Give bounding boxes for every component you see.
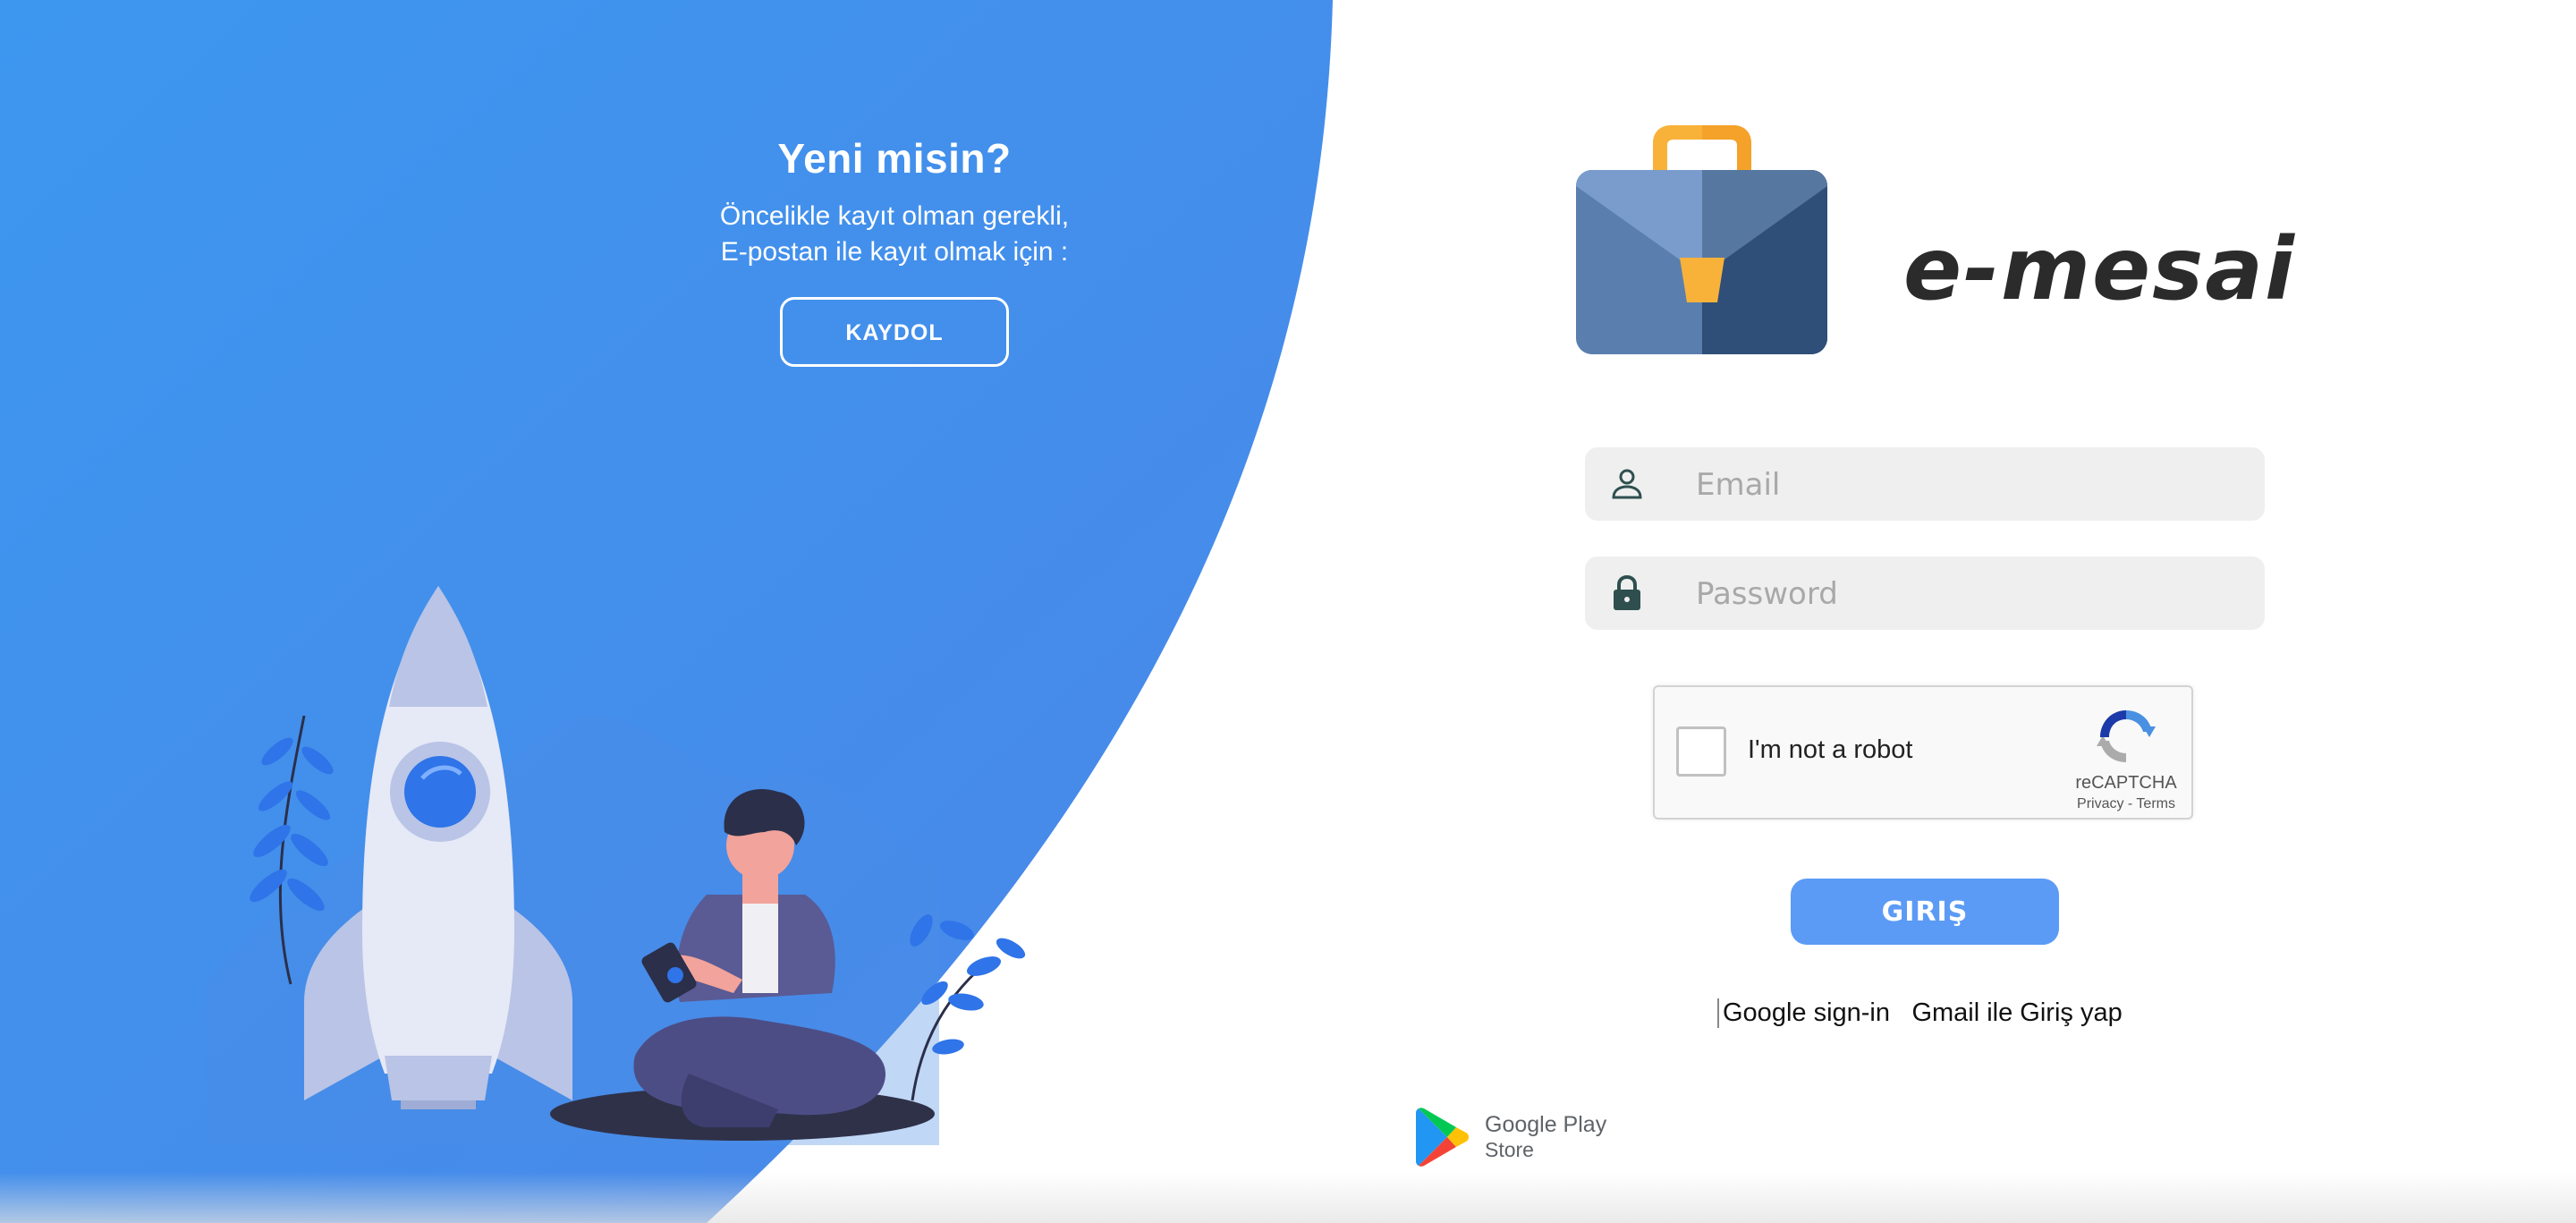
- briefcase-icon: [1576, 125, 1827, 354]
- recaptcha-privacy-terms[interactable]: Privacy - Terms: [2041, 796, 2211, 812]
- password-input[interactable]: [1694, 556, 2243, 632]
- bottom-shadow: [0, 1172, 2576, 1223]
- play-store-line-1: Google Play: [1485, 1112, 1607, 1137]
- recaptcha-checkbox[interactable]: [1676, 726, 1726, 777]
- email-field-row: [1585, 447, 2265, 522]
- google-signin-image[interactable]: Google sign-in: [1717, 998, 1890, 1028]
- signup-panel: Yeni misin? Öncelikle kayıt olman gerekl…: [626, 134, 1163, 367]
- google-play-store-link[interactable]: Google Play Store: [1415, 1106, 1612, 1168]
- play-store-line-2: Store: [1485, 1138, 1534, 1161]
- brand-name: e-mesai: [1903, 219, 2296, 319]
- signup-text-line-2: E-postan ile kayıt olmak için :: [720, 237, 1069, 267]
- user-icon: [1612, 469, 1642, 499]
- recaptcha-brand: reCAPTCHA: [2075, 773, 2177, 793]
- password-field-row: [1585, 556, 2265, 632]
- email-input[interactable]: [1694, 447, 2243, 522]
- signup-title: Yeni misin?: [777, 135, 1012, 182]
- signup-text-line-1: Öncelikle kayıt olman gerekli,: [719, 201, 1070, 231]
- lock-icon: [1614, 574, 1640, 610]
- gmail-login-link[interactable]: Gmail ile Giriş yap: [1911, 998, 2122, 1028]
- recaptcha-widget: I'm not a robot reCAPTCHA Privacy - Term…: [1653, 685, 2193, 820]
- google-play-icon: [1416, 1108, 1469, 1167]
- register-button[interactable]: KAYDOL: [780, 297, 1009, 367]
- google-signin-row: Google sign-in Gmail ile Giriş yap: [1717, 998, 2123, 1034]
- rocket-person-illustration: [206, 586, 1026, 1145]
- login-button[interactable]: GIRIŞ: [1791, 879, 2059, 945]
- recaptcha-label: I'm not a robot: [1748, 735, 1913, 764]
- recaptcha-logo-icon: [2097, 710, 2156, 762]
